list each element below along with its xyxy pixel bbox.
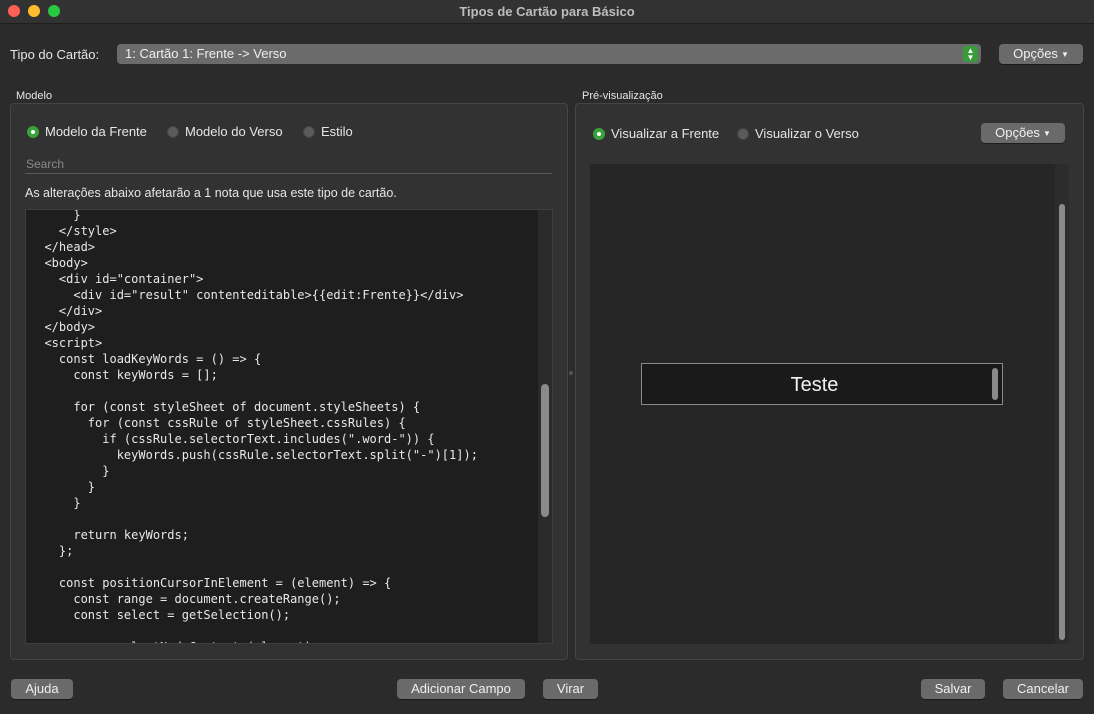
code-line: const keyWords = []; (30, 368, 218, 382)
code-line: keyWords.push(cssRule.selectorText.split… (30, 448, 478, 462)
title-bar: Tipos de Cartão para Básico (0, 0, 1094, 24)
radio-styling[interactable]: Estilo (303, 124, 353, 139)
code-line: if (cssRule.selectorText.includes(".word… (30, 432, 435, 446)
code-line: const range = document.createRange(); (30, 592, 341, 606)
help-button[interactable]: Ajuda (11, 679, 73, 699)
preview-scrollbar[interactable] (1055, 164, 1069, 644)
card-scrollbar (992, 368, 998, 400)
preview-card[interactable]: Teste (641, 363, 1003, 405)
code-line: </head> (30, 240, 96, 254)
cancel-button[interactable]: Cancelar (1003, 679, 1083, 699)
code-line: }; (30, 544, 74, 558)
card-type-label: Tipo do Cartão: (10, 47, 100, 62)
code-line: } (30, 209, 81, 222)
dropdown-caret-icon: ▼ (1042, 129, 1051, 138)
code-line: <div id="container"> (30, 272, 204, 286)
code-line: <script> (30, 336, 103, 350)
save-button[interactable]: Salvar (921, 679, 985, 699)
radio-indicator (737, 127, 749, 140)
radio-label: Visualizar o Verso (755, 126, 859, 141)
code-editor[interactable]: } </style> </head> <body> <div id="conta… (25, 209, 553, 644)
code-line: for (const styleSheet of document.styleS… (30, 400, 421, 414)
flip-button[interactable]: Virar (543, 679, 598, 699)
code-line: } (30, 496, 81, 510)
code-line: return keyWords; (30, 528, 189, 542)
radio-indicator (167, 125, 179, 138)
radio-label: Visualizar a Frente (611, 126, 720, 141)
radio-indicator (593, 127, 605, 140)
code-line: const loadKeyWords = () => { (30, 352, 262, 366)
code-line: </body> (30, 320, 96, 334)
add-field-button[interactable]: Adicionar Campo (397, 679, 525, 699)
code-line: const select = getSelection(); (30, 608, 291, 622)
radio-front-template[interactable]: Modelo da Frente (27, 124, 147, 139)
radio-label: Modelo do Verso (185, 124, 283, 139)
dropdown-caret-icon: ▼ (1060, 50, 1069, 59)
code-line: } (30, 464, 110, 478)
options-button-label: Opções (1013, 46, 1058, 61)
preview-options-button[interactable]: Opções ▼ (981, 123, 1065, 143)
radio-preview-front[interactable]: Visualizar a Frente (593, 126, 719, 141)
radio-label: Modelo da Frente (45, 124, 147, 139)
splitter-handle[interactable] (569, 371, 573, 375)
radio-back-template[interactable]: Modelo do Verso (167, 124, 283, 139)
select-arrows-icon: ▲ ▼ (963, 46, 978, 62)
radio-label: Estilo (321, 124, 353, 139)
card-text: Teste (790, 374, 839, 396)
code-line: </style> (30, 224, 117, 238)
card-type-select[interactable]: 1: Cartão 1: Frente -> Verso ▲ ▼ (117, 44, 981, 64)
options-button-label: Opções (995, 125, 1040, 140)
code-line: } (30, 480, 96, 494)
code-content: } </style> </head> <body> <div id="conta… (26, 209, 478, 643)
code-line: <div id="result" contenteditable>{{edit:… (30, 288, 464, 302)
code-line: for (const cssRule of styleSheet.cssRule… (30, 416, 406, 430)
window-title: Tipos de Cartão para Básico (459, 4, 635, 19)
radio-indicator (27, 125, 39, 138)
code-line: </div> (30, 304, 103, 318)
options-button[interactable]: Opções ▼ (999, 44, 1083, 64)
code-line: const positionCursorInElement = (element… (30, 576, 392, 590)
preview-section-label: Pré-visualização (582, 90, 663, 102)
editor-scrollbar-thumb[interactable] (541, 384, 549, 517)
radio-indicator (303, 125, 315, 138)
radio-preview-back[interactable]: Visualizar o Verso (737, 126, 859, 141)
template-section-label: Modelo (16, 90, 53, 102)
code-line: <body> (30, 256, 88, 270)
search-input[interactable]: Search (25, 155, 552, 174)
template-info-text: As alterações abaixo afetarão a 1 nota q… (25, 186, 397, 200)
editor-scrollbar[interactable] (538, 210, 552, 643)
preview-scrollbar-thumb[interactable] (1059, 204, 1065, 640)
card-type-value: 1: Cartão 1: Frente -> Verso (125, 46, 287, 61)
code-line: range.selectNodeContents(element); (30, 639, 478, 643)
